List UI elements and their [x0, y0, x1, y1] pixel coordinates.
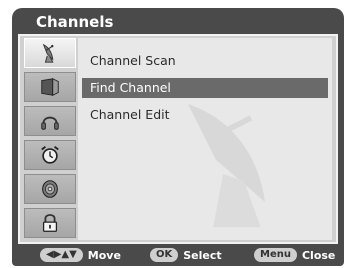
alarm-clock-icon — [41, 146, 59, 164]
hint-close: Menu Close — [254, 248, 335, 262]
window-title: Channels — [36, 13, 114, 31]
hint-move: ◀▶▲▼ Move — [40, 248, 121, 262]
ok-key-icon: OK — [150, 248, 179, 262]
sidebar-item-picture[interactable] — [24, 72, 76, 102]
arrow-keys-icon: ◀▶▲▼ — [40, 248, 83, 262]
channels-menu: Channel Scan Find Channel Channel Edit — [78, 38, 332, 240]
sidebar-item-channels[interactable] — [24, 38, 76, 68]
menu-item-channel-scan[interactable]: Channel Scan — [82, 51, 328, 71]
menu-panel: Channel Scan Find Channel Channel Edit — [18, 34, 338, 244]
sidebar-item-timer[interactable] — [24, 140, 76, 170]
sidebar-item-setup[interactable] — [24, 174, 76, 204]
channels-window: Channels Channel Scan Find Channel Chann… — [12, 8, 344, 266]
hint-select-label: Select — [183, 248, 222, 262]
sidebar-item-lock[interactable] — [24, 208, 76, 238]
headphones-icon — [41, 116, 59, 130]
hint-select: OK Select — [150, 248, 222, 262]
cd-disc-icon — [42, 180, 58, 198]
footer-hints: ◀▶▲▼ Move OK Select Menu Close — [12, 244, 344, 266]
padlock-icon — [42, 214, 58, 232]
satellite-dish-icon — [42, 43, 54, 63]
sidebar-item-sound[interactable] — [24, 106, 76, 136]
menu-key-icon: Menu — [254, 248, 297, 262]
picture-icon — [41, 78, 59, 96]
menu-item-find-channel[interactable]: Find Channel — [82, 78, 328, 98]
menu-item-channel-edit[interactable]: Channel Edit — [82, 105, 328, 125]
hint-move-label: Move — [87, 248, 121, 262]
hint-close-label: Close — [301, 248, 336, 262]
category-sidebar — [24, 38, 76, 240]
